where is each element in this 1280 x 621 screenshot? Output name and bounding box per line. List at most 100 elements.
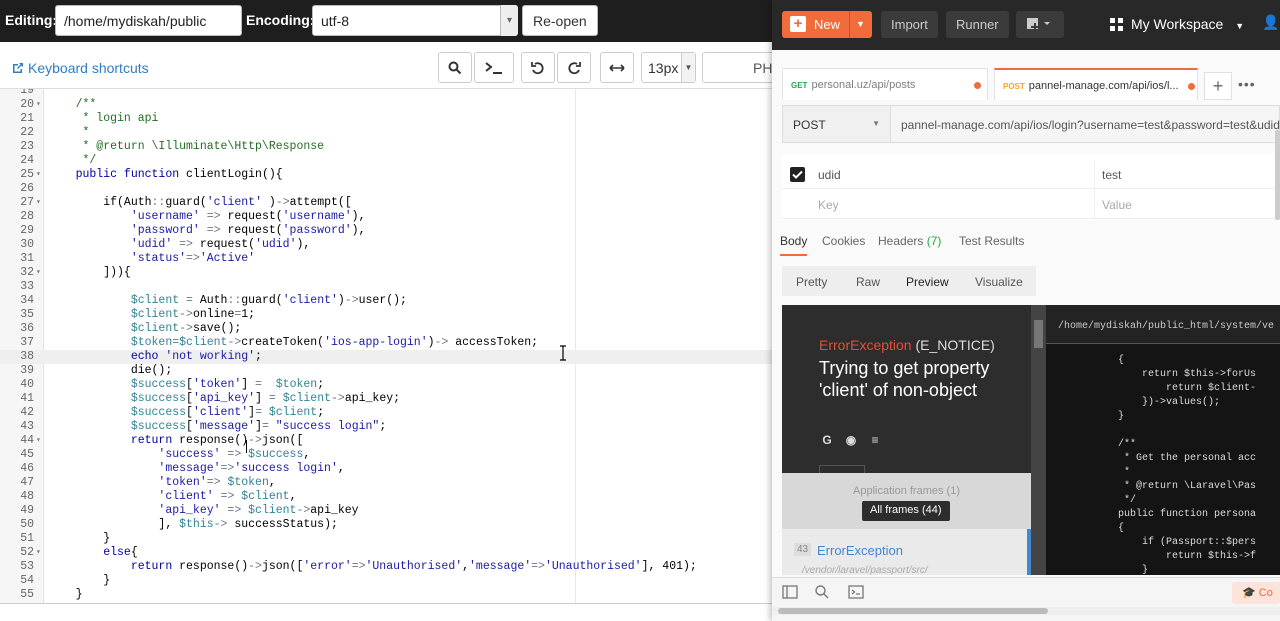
code-line[interactable]: 40 $success['token'] = $token; [0,378,780,392]
new-window-button[interactable] [1016,11,1064,38]
code-line[interactable]: 43 $success['message']= "success login"; [0,420,780,434]
sidebar-toggle-icon[interactable] [782,584,798,600]
code-line[interactable]: 26 [0,182,780,196]
application-frames-tab[interactable]: Application frames (1) [782,485,1031,497]
code-line[interactable]: 37 $token=$client->createToken('ios-app-… [0,336,780,350]
reopen-button[interactable]: Re-open [522,5,598,36]
fold-arrow-icon[interactable]: ▾ [36,434,44,448]
chevron-down-icon[interactable]: ▾ [500,5,518,36]
wrap-toggle-button[interactable] [600,52,634,83]
copy-button[interactable] [819,465,865,473]
method-select[interactable]: POST ▼ [783,106,891,142]
request-tab-1[interactable]: GET personal.uz/api/posts [782,68,988,100]
code-line[interactable]: 52 ▾ else{ [0,546,780,560]
tab-cookies[interactable]: Cookies [822,234,865,248]
file-path-input[interactable]: /home/mydiskah/public [55,5,242,36]
code-line[interactable]: 25 ▾ public function clientLogin(){ [0,168,780,182]
code-line[interactable]: 32 ▾ ])){ [0,266,780,280]
import-button[interactable]: Import [881,11,938,38]
code-line[interactable]: 31 'status'=>'Active' [0,252,780,266]
code-line[interactable]: 19 [0,89,780,98]
request-tab-2[interactable]: POST pannel-manage.com/api/ios/l... [994,68,1198,100]
param-key[interactable]: udid [818,168,841,182]
code-text: * login api [48,112,159,126]
search-button[interactable] [438,52,472,83]
bootcamp-button[interactable]: 🎓 Co [1232,582,1280,604]
account-icon[interactable]: 👤 [1262,14,1279,31]
code-line[interactable]: 47 'token'=> $token, [0,476,780,490]
code-line[interactable]: 29 'password' => request('password'), [0,224,780,238]
fold-arrow-icon[interactable]: ▾ [36,546,44,560]
code-line[interactable]: 49 'api_key' => $client->api_key [0,504,780,518]
param-value[interactable]: test [1102,168,1121,182]
scrollbar-thumb[interactable] [1034,320,1043,348]
code-line[interactable]: 54 } [0,574,780,588]
code-line[interactable]: 34 $client = Auth::guard('client')->user… [0,294,780,308]
code-line[interactable]: 30 'udid' => request('udid'), [0,238,780,252]
url-input[interactable]: pannel-manage.com/api/ios/login?username… [901,118,1280,132]
code-token: , [303,448,311,461]
view-tab-raw[interactable]: Raw [856,275,880,289]
code-line[interactable]: 44 ▾ return response()->json([ [0,434,780,448]
fold-arrow-icon[interactable]: ▾ [36,98,44,112]
code-line[interactable]: 53 return response()->json(['error'=>'Un… [0,560,780,574]
view-tab-preview[interactable]: Preview [906,275,949,289]
vertical-scrollbar[interactable] [1275,130,1280,220]
runner-button[interactable]: Runner [946,11,1009,38]
code-line[interactable]: 35 $client->online=1; [0,308,780,322]
horizontal-scrollbar[interactable] [772,607,1280,615]
google-icon[interactable]: G [820,433,834,447]
checkbox-checked[interactable] [790,167,805,182]
code-line[interactable]: 36 $client->save(); [0,322,780,336]
code-line[interactable]: 51 } [0,532,780,546]
code-line[interactable]: 23 * @return \Illuminate\Http\Response [0,140,780,154]
workspace-switcher[interactable]: My Workspace ▼ [1110,16,1244,32]
more-icon[interactable]: ••• [1238,76,1256,92]
new-button[interactable]: + New ▼ [782,11,872,38]
encoding-select[interactable]: utf-8 [312,5,518,36]
scrollbar-thumb[interactable] [778,608,1048,614]
fold-arrow-icon[interactable]: ▾ [36,266,44,280]
code-line[interactable]: 22 * [0,126,780,140]
code-line[interactable]: 28 'username' => request('username'), [0,210,780,224]
all-frames-tab[interactable]: All frames (44) [862,501,950,521]
fold-arrow-icon[interactable]: ▾ [36,168,44,182]
code-line[interactable]: 48 'client' => $client, [0,490,780,504]
console-icon[interactable] [848,584,864,600]
terminal-button[interactable] [474,52,514,83]
code-line[interactable]: 27 ▾ if(Auth::guard('client' )->attempt([ [0,196,780,210]
code-line[interactable]: 45 'success' => $success, [0,448,780,462]
duckduckgo-icon[interactable]: ◉ [844,433,858,447]
code-line[interactable]: 33 [0,280,780,294]
tab-test-results[interactable]: Test Results [959,234,1024,248]
code-line[interactable]: 46 'message'=>'success login', [0,462,780,476]
code-line[interactable]: 38 echo 'not working'; [0,350,780,364]
tab-body[interactable]: Body [780,234,808,256]
caret-down-icon[interactable]: ▼ [856,19,865,29]
code-line[interactable]: 39 die(); [0,364,780,378]
tab-headers[interactable]: Headers (7) [878,234,941,248]
stackoverflow-icon[interactable]: ≡ [868,433,882,447]
keyboard-shortcuts-link[interactable]: Keyboard shortcuts [12,60,149,76]
encoding-label: Encoding: [246,12,315,28]
view-tab-visualize[interactable]: Visualize [975,275,1023,289]
search-icon[interactable] [814,584,830,600]
code-line[interactable]: 24 */ [0,154,780,168]
code-line[interactable]: 42 $success['client']= $client; [0,406,780,420]
redo-button[interactable] [557,52,591,83]
code-line[interactable]: 20 ▾ /** [0,98,780,112]
view-tab-pretty[interactable]: Pretty [796,275,827,289]
frames-scrollbar[interactable] [1031,305,1046,575]
code-line[interactable]: 21 * login api [0,112,780,126]
stack-frame[interactable]: 43 ErrorException /vendor/laravel/passpo… [782,529,1031,576]
code-line[interactable]: 55 } [0,588,780,602]
undo-button[interactable] [521,52,555,83]
add-tab-button[interactable]: + [1204,72,1232,100]
font-size-select[interactable]: 13px ▼ [641,52,696,83]
fold-arrow-icon[interactable]: ▾ [36,196,44,210]
code-line[interactable]: 50 ], $this-> successStatus); [0,518,780,532]
param-value-input[interactable]: Value [1102,198,1132,212]
param-key-input[interactable]: Key [818,198,839,212]
code-area[interactable]: 19 20 ▾ /** 21 * login api 22 * 23 * @return … [0,88,780,604]
code-line[interactable]: 41 $success['api_key'] = $client->api_ke… [0,392,780,406]
